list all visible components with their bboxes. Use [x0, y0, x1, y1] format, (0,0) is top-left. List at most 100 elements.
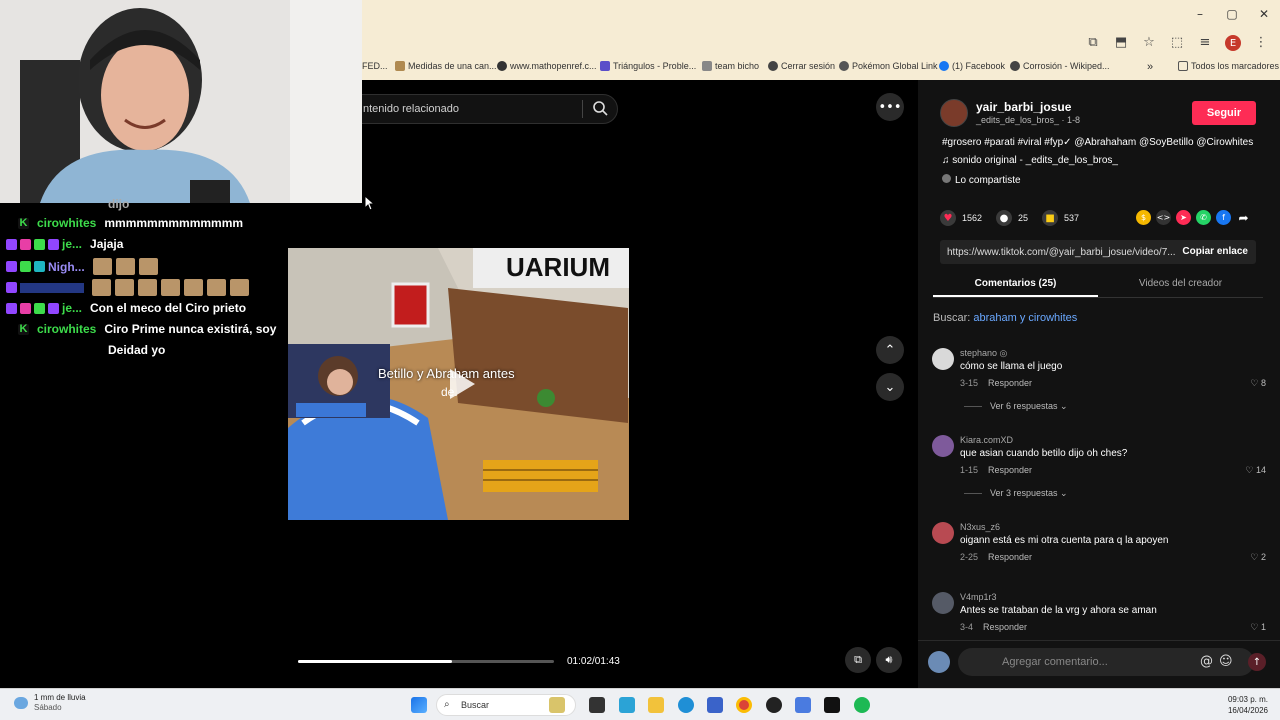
send-comment-button[interactable]: ↑ [1248, 653, 1266, 671]
reading-list-icon[interactable]: ≡ [1194, 32, 1216, 52]
coin-icon[interactable]: $ [1136, 210, 1151, 225]
system-clock[interactable]: 09:03 p. m. 16/04/2026 [1228, 694, 1268, 716]
comment-like[interactable]: ♡ 8 [1250, 378, 1266, 389]
play-icon[interactable] [440, 364, 480, 404]
chat-username[interactable]: Nigh... [48, 260, 85, 274]
comment-like[interactable]: ♡ 2 [1250, 552, 1266, 563]
profile-avatar[interactable]: E [1222, 32, 1244, 52]
minimize-button[interactable]: – [1184, 0, 1216, 28]
bookmark-item[interactable]: Cerrar sesión [768, 61, 835, 71]
follow-button[interactable]: Seguir [1192, 101, 1256, 125]
bookmark-item[interactable]: (1) Facebook [939, 61, 1005, 71]
weather-widget[interactable]: 1 mm de lluvia Sábado [14, 693, 86, 713]
comment-username[interactable]: Kiara.comXD [960, 435, 1013, 445]
all-bookmarks[interactable]: Todos los marcadores [1178, 61, 1279, 71]
capcut-icon[interactable] [824, 697, 840, 713]
view-replies[interactable]: Ver 6 respuestas ⌄ [964, 401, 1068, 412]
volume-icon[interactable]: 🔊︎ [876, 647, 902, 673]
task-view-icon[interactable] [589, 697, 605, 713]
bookmark-star-icon[interactable]: ☆ [1138, 32, 1160, 52]
bookmark-favicon [1010, 61, 1020, 71]
comment-username[interactable]: N3xus_z6 [960, 522, 1000, 532]
author-name[interactable]: yair_barbi_josue [976, 100, 1071, 114]
chat-username-redacted[interactable] [20, 282, 84, 293]
cat-emote [161, 279, 180, 296]
send-icon[interactable]: ➤ [1176, 210, 1191, 225]
next-video-button[interactable]: ⌄ [876, 373, 904, 401]
copy-link-button[interactable]: Copiar enlace [1182, 246, 1248, 257]
translate-icon[interactable]: ⧉ [1082, 32, 1104, 52]
sound-link[interactable]: ♫ sonido original - _edits_de_los_bros_ [942, 155, 1118, 166]
menu-icon[interactable]: ⋮ [1250, 32, 1272, 52]
chat-username[interactable]: cirowhites [37, 322, 96, 336]
bookmark-item[interactable]: team bicho [702, 61, 759, 71]
comment-text: cómo se llama el juego [960, 361, 1063, 372]
commenter-avatar[interactable] [932, 592, 954, 614]
chrome-icon[interactable] [736, 697, 752, 713]
author-subtitle: _edits_de_los_bros_ · 1-8 [976, 115, 1081, 125]
like-button[interactable]: ♥ 1562 [940, 210, 982, 226]
save-button[interactable]: ■ 537 [1042, 210, 1079, 226]
whatsapp-icon[interactable]: ✆ [1196, 210, 1211, 225]
search-icon: ⌕ [444, 699, 450, 710]
chat-username[interactable]: je... [62, 237, 82, 251]
facebook-icon[interactable]: f [1216, 210, 1231, 225]
chat-username[interactable]: cirowhites [37, 216, 96, 230]
chat-message-fragment: dijo [108, 197, 130, 211]
bookmarks-overflow[interactable]: » [1147, 61, 1153, 73]
edge-icon[interactable] [678, 697, 694, 713]
comment-like[interactable]: ♡ 1 [1250, 622, 1266, 633]
chat-username[interactable]: je... [62, 301, 82, 315]
chat-text: Ciro Prime nunca existirá, soy [104, 322, 277, 336]
spotify-icon[interactable] [854, 697, 870, 713]
close-button[interactable]: ✕ [1248, 0, 1280, 28]
search-input[interactable]: ntenido relacionado [340, 94, 618, 124]
app-icon[interactable] [619, 697, 635, 713]
comment-username[interactable]: V4mp1r3 [960, 592, 997, 602]
bookmark-item[interactable]: Corrosión - Wikiped... [1010, 61, 1110, 71]
file-explorer-icon[interactable] [648, 697, 664, 713]
heart-icon: ♥ [940, 210, 956, 226]
reply-button[interactable]: Responder [988, 378, 1032, 388]
comment-like[interactable]: ♡ 14 [1245, 465, 1266, 476]
bookmark-item[interactable]: FED... [362, 61, 388, 71]
comment-button[interactable]: ● 25 [996, 210, 1028, 226]
cast-icon[interactable]: ⬒ [1110, 32, 1132, 52]
stream-chat: dijo K cirowhites mmmmmmmmmmmmm je... Ja… [0, 197, 288, 688]
commenter-avatar[interactable] [932, 522, 954, 544]
svg-text:UARIUM: UARIUM [506, 252, 610, 282]
twitch-badge-icon [6, 238, 17, 250]
app-icon[interactable] [766, 697, 782, 713]
app-icon[interactable] [795, 697, 811, 713]
previous-video-button[interactable]: ⌃ [876, 336, 904, 364]
tab-comments[interactable]: Comentarios (25) [933, 278, 1098, 289]
share-icon[interactable]: ➦ [1236, 210, 1251, 225]
bookmark-item[interactable]: Triángulos - Proble... [600, 61, 696, 71]
windows-start-icon[interactable] [411, 697, 427, 713]
emoji-icon[interactable]: ☺ [1219, 654, 1233, 669]
extensions-icon[interactable]: ⬚ [1166, 32, 1188, 52]
reply-button[interactable]: Responder [988, 552, 1032, 562]
search-icon[interactable] [591, 99, 609, 117]
reply-button[interactable]: Responder [988, 465, 1032, 475]
bookmark-item[interactable]: www.mathopenref.c... [497, 61, 597, 71]
video-progress-bar[interactable] [298, 660, 554, 663]
author-avatar[interactable] [940, 99, 968, 127]
more-options-icon[interactable]: ••• [876, 93, 904, 121]
video-link[interactable]: https://www.tiktok.com/@yair_barbi_josue… [947, 247, 1176, 258]
tab-creator-videos[interactable]: Videos del creador [1098, 278, 1263, 289]
store-icon[interactable] [707, 697, 723, 713]
commenter-avatar[interactable] [932, 435, 954, 457]
mini-player-icon[interactable]: ⧉ [845, 647, 871, 673]
embed-icon[interactable]: <> [1156, 210, 1171, 225]
bookmark-item[interactable]: Pokémon Global Link [839, 61, 938, 71]
comment-username[interactable]: stephano ◎ [960, 348, 1007, 359]
search-keyword-link[interactable]: abraham y cirowhites [973, 312, 1077, 324]
reply-button[interactable]: Responder [983, 622, 1027, 632]
view-replies[interactable]: Ver 3 respuestas ⌄ [964, 488, 1068, 499]
chat-message-continuation: Deidad yo [108, 343, 165, 357]
bookmark-item[interactable]: Medidas de una can... [395, 61, 497, 71]
maximize-button[interactable]: ▢ [1216, 0, 1248, 28]
mention-icon[interactable]: @ [1200, 654, 1213, 669]
commenter-avatar[interactable] [932, 348, 954, 370]
